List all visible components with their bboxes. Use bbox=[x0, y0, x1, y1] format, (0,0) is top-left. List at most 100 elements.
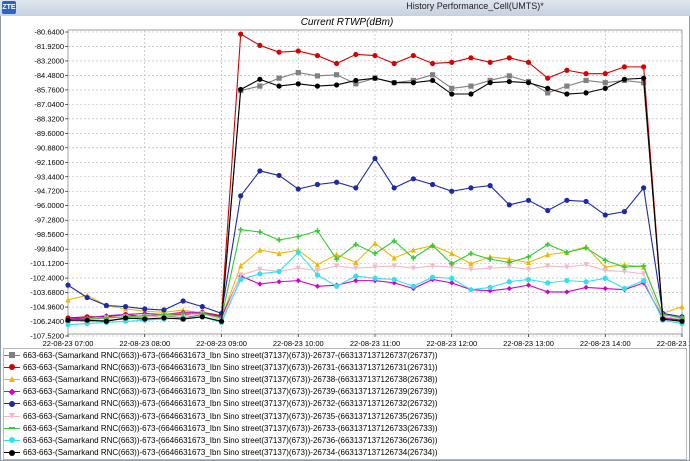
data-point bbox=[257, 271, 263, 277]
legend-swatch-icon bbox=[4, 351, 20, 360]
data-point bbox=[276, 268, 282, 275]
data-point bbox=[314, 73, 321, 79]
data-point bbox=[391, 185, 397, 191]
data-point bbox=[583, 90, 589, 96]
data-point bbox=[429, 274, 436, 280]
y-tick-label: -101.1200 bbox=[30, 259, 64, 268]
y-tick-label: -94.7200 bbox=[34, 187, 64, 196]
data-point bbox=[276, 75, 282, 81]
data-point bbox=[564, 67, 570, 73]
y-tick-label: -99.8400 bbox=[34, 245, 64, 254]
x-tick-label: 22-08-23 14:00 bbox=[580, 339, 631, 348]
data-point bbox=[295, 69, 301, 76]
data-point bbox=[564, 83, 570, 89]
data-point bbox=[410, 52, 416, 59]
data-point bbox=[583, 279, 589, 285]
data-point bbox=[545, 207, 551, 214]
y-axis: -80.6400 -81.9200 -83.2000 -84.4800 -85.7600… bbox=[30, 28, 68, 341]
data-point bbox=[295, 249, 301, 255]
legend-item[interactable]: 663-663-(Samarkand RNC(663))-673-(664663… bbox=[4, 434, 686, 446]
data-point bbox=[65, 317, 71, 323]
data-point bbox=[545, 75, 551, 81]
data-point bbox=[334, 82, 340, 88]
data-point bbox=[103, 318, 109, 324]
x-tick-label: 22-08-23 08:00 bbox=[119, 339, 170, 348]
data-point bbox=[295, 186, 301, 192]
data-point bbox=[353, 273, 359, 279]
data-point bbox=[142, 316, 148, 322]
data-point bbox=[84, 317, 90, 323]
y-tick-label: -106.2400 bbox=[30, 317, 64, 326]
legend-item[interactable]: 663-663-(Samarkand RNC(663))-673-(664663… bbox=[4, 349, 686, 361]
data-point bbox=[257, 83, 263, 89]
data-point bbox=[353, 185, 359, 191]
data-point bbox=[487, 284, 493, 291]
data-point bbox=[353, 51, 359, 58]
data-point bbox=[468, 55, 474, 61]
legend-label: 663-663-(Samarkand RNC(663))-673-(664663… bbox=[23, 362, 438, 372]
data-point bbox=[391, 60, 397, 67]
data-point bbox=[621, 209, 628, 215]
data-point bbox=[545, 85, 551, 91]
x-tick-label: 22-08-23 07:00 bbox=[43, 339, 94, 348]
data-point bbox=[180, 316, 186, 322]
data-point bbox=[583, 77, 589, 84]
data-point bbox=[334, 60, 340, 67]
data-point bbox=[257, 76, 263, 82]
data-point bbox=[84, 294, 90, 301]
y-tick-label: -80.6400 bbox=[34, 28, 64, 37]
legend-item[interactable]: 663-663-(Samarkand RNC(663))-673-(664663… bbox=[4, 373, 686, 385]
y-tick-label: -83.2000 bbox=[34, 56, 64, 65]
data-point bbox=[238, 276, 244, 283]
legend-item[interactable]: 663-663-(Samarkand RNC(663))-673-(664663… bbox=[4, 361, 686, 373]
data-point bbox=[449, 188, 455, 194]
data-point bbox=[487, 183, 493, 189]
y-tick-label: -89.6000 bbox=[34, 129, 64, 138]
x-tick-label: 22-08-23 10:00 bbox=[273, 339, 324, 348]
legend-label: 663-663-(Samarkand RNC(663))-673-(664663… bbox=[23, 374, 438, 384]
data-point bbox=[295, 48, 301, 54]
data-point bbox=[122, 304, 129, 310]
data-point bbox=[468, 91, 474, 97]
data-point bbox=[468, 287, 474, 293]
legend-swatch-icon bbox=[4, 399, 20, 408]
data-point bbox=[353, 77, 359, 84]
y-tick-label: -98.5600 bbox=[34, 230, 64, 239]
data-point bbox=[429, 60, 436, 67]
legend-label: 663-663-(Samarkand RNC(663))-673-(664663… bbox=[23, 448, 438, 458]
legend-item[interactable]: 663-663-(Samarkand RNC(663))-673-(664663… bbox=[4, 386, 686, 398]
legend-item[interactable]: 663-663-(Samarkand RNC(663))-673-(664663… bbox=[4, 422, 686, 434]
x-tick-label: 22-08-23 09:00 bbox=[196, 339, 247, 348]
legend-item[interactable]: 663-663-(Samarkand RNC(663))-673-(664663… bbox=[4, 398, 686, 410]
data-point bbox=[180, 298, 186, 304]
data-point bbox=[276, 49, 282, 55]
chart-legend: 663-663-(Samarkand RNC(663))-673-(664663… bbox=[3, 348, 687, 460]
data-point bbox=[65, 282, 71, 288]
data-point bbox=[602, 85, 608, 91]
legend-label: 663-663-(Samarkand RNC(663))-673-(664663… bbox=[23, 423, 438, 433]
legend-item[interactable]: 663-663-(Samarkand RNC(663))-673-(664663… bbox=[4, 410, 686, 422]
data-point bbox=[583, 198, 589, 205]
data-point bbox=[257, 42, 263, 48]
data-point bbox=[602, 275, 608, 281]
data-point bbox=[506, 78, 512, 85]
legend-label: 663-663-(Samarkand RNC(663))-673-(664663… bbox=[23, 411, 438, 421]
data-point bbox=[487, 59, 493, 65]
data-point bbox=[621, 285, 628, 292]
legend-item[interactable]: 663-663-(Samarkand RNC(663))-673-(664663… bbox=[4, 447, 686, 459]
data-point bbox=[641, 75, 647, 81]
data-point bbox=[449, 85, 455, 91]
y-tick-label: -102.4000 bbox=[30, 274, 64, 283]
data-point bbox=[506, 55, 512, 61]
data-point bbox=[545, 280, 551, 286]
data-point bbox=[65, 322, 71, 328]
y-tick-label: -92.1600 bbox=[34, 158, 64, 167]
data-point bbox=[564, 278, 570, 284]
y-tick-label: -84.4800 bbox=[34, 71, 64, 80]
data-point bbox=[487, 80, 493, 86]
legend-swatch-icon bbox=[4, 448, 20, 457]
legend-swatch-icon bbox=[4, 424, 20, 433]
data-point bbox=[218, 318, 225, 324]
x-tick-label: 22-08-23 12:00 bbox=[426, 339, 477, 348]
data-point bbox=[564, 91, 570, 97]
